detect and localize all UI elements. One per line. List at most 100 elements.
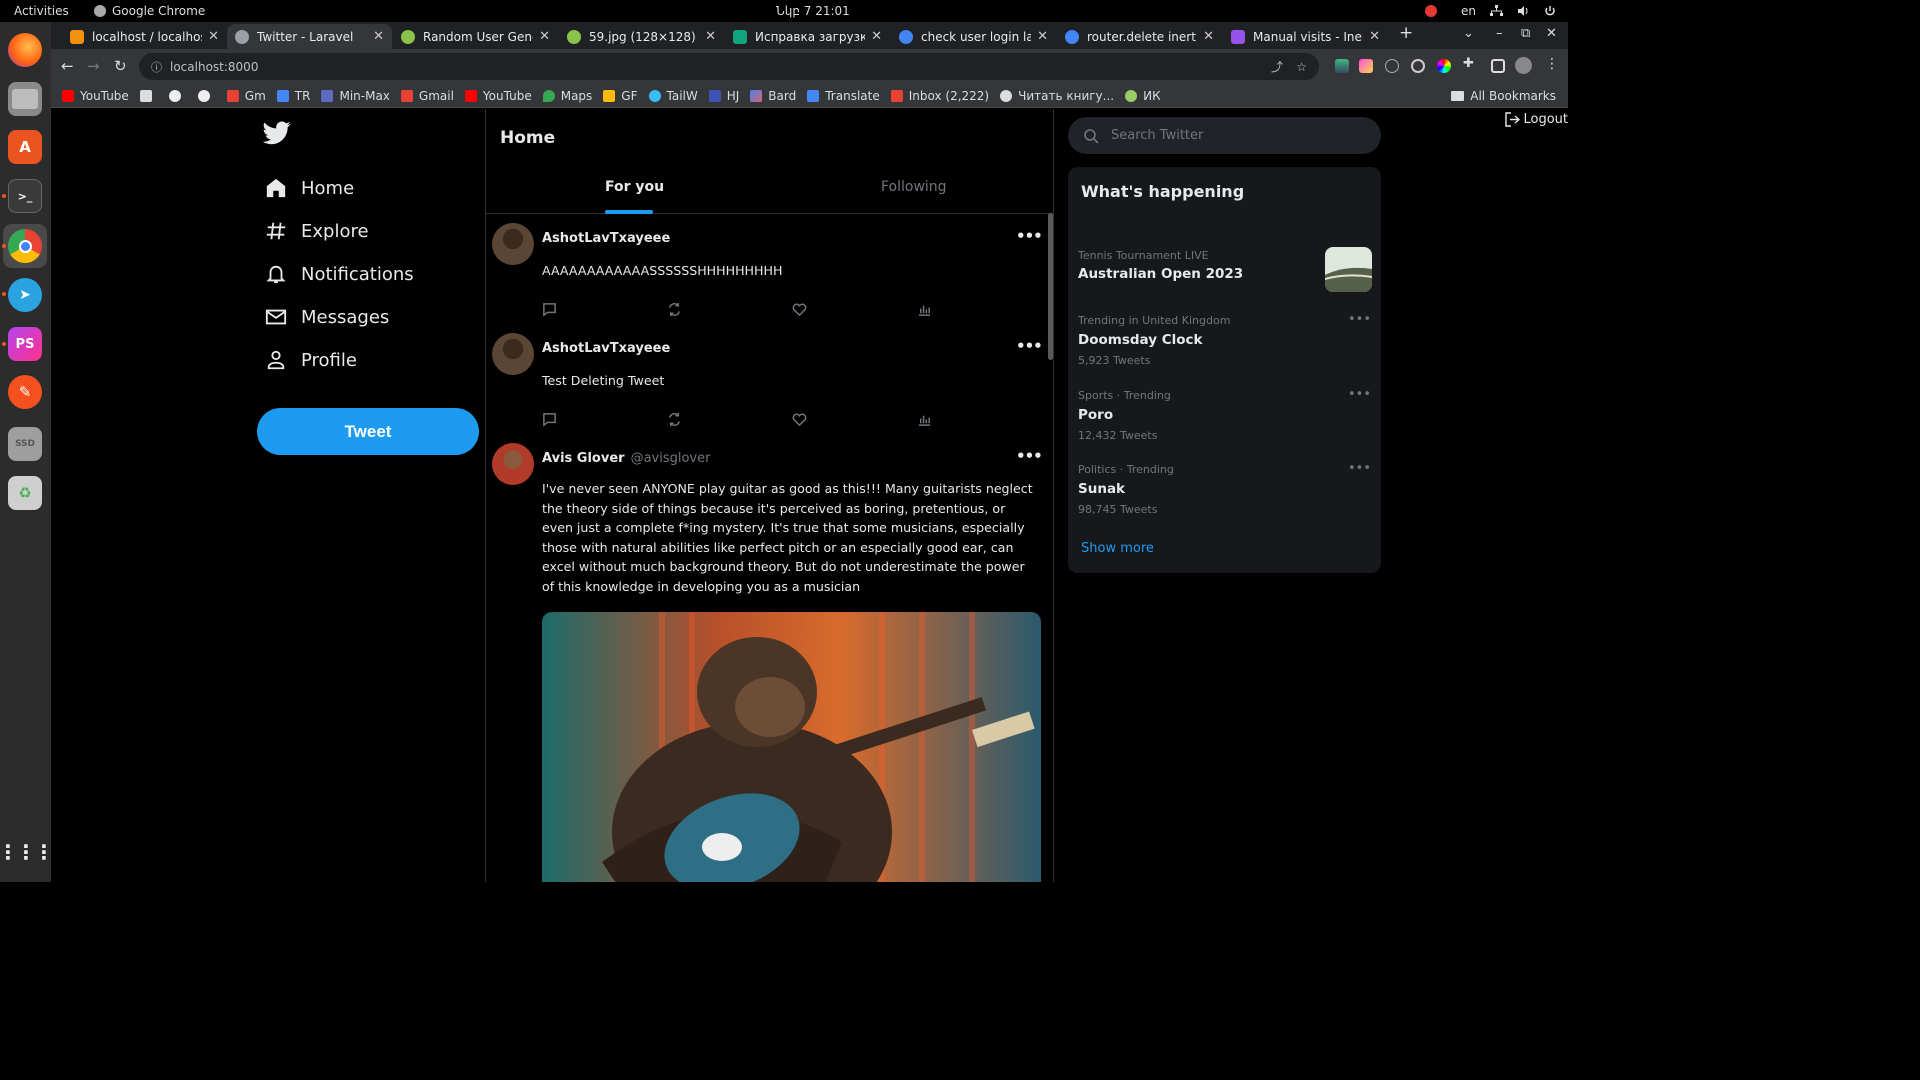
like-icon[interactable]	[792, 412, 808, 428]
close-tab-icon[interactable]: ✕	[705, 29, 716, 44]
nav-profile[interactable]: Profile	[265, 349, 357, 371]
browser-tab[interactable]: Исправка загрузки ✕	[725, 24, 890, 49]
close-tab-icon[interactable]: ✕	[1369, 29, 1380, 44]
chrome-menu-icon[interactable]: ⋮	[1545, 56, 1559, 72]
close-tab-icon[interactable]: ✕	[871, 29, 882, 44]
avatar[interactable]	[492, 333, 534, 375]
close-tab-icon[interactable]: ✕	[1037, 29, 1048, 44]
like-icon[interactable]	[792, 302, 808, 318]
close-window-icon[interactable]: ✕	[1546, 26, 1557, 41]
more-options-icon[interactable]: •••	[1348, 312, 1371, 327]
show-more-link[interactable]: Show more	[1081, 541, 1154, 556]
close-tab-icon[interactable]: ✕	[373, 29, 384, 44]
bookmark-star-icon[interactable]: ☆	[1296, 60, 1307, 74]
search-box[interactable]: Search Twitter	[1068, 117, 1381, 154]
tab-search-icon[interactable]: ⌄	[1463, 26, 1474, 41]
tweet-media-image[interactable]	[542, 612, 1041, 882]
close-tab-icon[interactable]: ✕	[1203, 29, 1214, 44]
bookmark-youtube[interactable]: YouTube	[62, 89, 129, 103]
more-options-icon[interactable]: •••	[1348, 387, 1371, 402]
app-menu[interactable]: Google Chrome	[94, 4, 205, 18]
language-indicator[interactable]: en	[1461, 4, 1476, 18]
more-options-icon[interactable]: •••	[1016, 447, 1043, 465]
minimize-icon[interactable]: –	[1496, 26, 1503, 41]
bookmark-tailw[interactable]: TailW	[648, 89, 698, 103]
trash-icon[interactable]: ♻	[8, 476, 42, 510]
tab-for-you[interactable]: For you	[605, 179, 664, 195]
tweet-button[interactable]: Tweet	[257, 408, 479, 455]
telegram-icon[interactable]: ➤	[8, 278, 42, 312]
browser-tab[interactable]: check user login laravel ✕	[891, 24, 1056, 49]
nav-explore[interactable]: Explore	[265, 220, 369, 242]
vue-devtools-icon[interactable]	[1335, 59, 1349, 73]
more-options-icon[interactable]: •••	[1016, 337, 1043, 355]
bookmark-tr[interactable]: TR	[276, 89, 310, 103]
activities-button[interactable]: Activities	[14, 4, 94, 18]
analytics-icon[interactable]	[917, 302, 933, 318]
trend-thumbnail[interactable]	[1325, 247, 1372, 292]
tweet-author-name[interactable]: AshotLavTxayeee	[542, 231, 670, 246]
new-tab-icon[interactable]: +	[1399, 23, 1413, 43]
browser-tab[interactable]: Manual visits - Inertia ✕	[1223, 24, 1388, 49]
all-bookmarks-button[interactable]: All Bookmarks	[1451, 89, 1556, 103]
timeline-scrollbar[interactable]	[1048, 213, 1053, 360]
bookmark-translate[interactable]: Translate	[807, 89, 880, 103]
tweet-author-name[interactable]: AshotLavTxayeee	[542, 341, 670, 356]
terminal-icon[interactable]: >_	[8, 179, 42, 213]
reply-icon[interactable]	[542, 302, 558, 318]
bookmark-ik[interactable]: ИК	[1125, 89, 1161, 103]
bookmark-read-book[interactable]: Читать книгу...	[1000, 89, 1114, 103]
ssd-drive-icon[interactable]: SSD	[8, 427, 42, 461]
side-panel-icon[interactable]	[1491, 59, 1505, 73]
bookmark-github[interactable]	[197, 89, 216, 102]
trend-item[interactable]: Sports · Trending Poro 12,432 Tweets •••	[1078, 387, 1371, 442]
extension-icon[interactable]	[1359, 59, 1373, 73]
site-info-icon[interactable]: ⓘ	[151, 59, 162, 75]
app-center-icon[interactable]: A	[8, 130, 42, 164]
nav-notifications[interactable]: Notifications	[265, 263, 414, 285]
bookmark-inbox[interactable]: Inbox (2,222)	[890, 89, 989, 103]
extension-icon[interactable]	[1411, 59, 1425, 73]
chrome-dock-icon[interactable]	[8, 229, 42, 263]
bookmark-min-max[interactable]: Min-Max	[321, 89, 390, 103]
avatar[interactable]	[492, 223, 534, 265]
reload-icon[interactable]: ↻	[114, 57, 127, 75]
system-tray[interactable]: en	[1425, 4, 1556, 18]
firefox-icon[interactable]	[8, 33, 42, 67]
browser-tab-active[interactable]: Twitter - Laravel ✕	[227, 24, 392, 49]
maximize-icon[interactable]: ⧉	[1521, 26, 1530, 41]
bookmark-gm[interactable]: Gm	[226, 89, 266, 103]
more-options-icon[interactable]: •••	[1348, 461, 1371, 476]
retweet-icon[interactable]	[667, 302, 683, 318]
browser-tab[interactable]: Random User Generator ✕	[393, 24, 558, 49]
forward-icon[interactable]: →	[87, 57, 100, 75]
browser-tab[interactable]: localhost / localhost ✕	[62, 24, 227, 49]
bookmark-hj[interactable]: HJ	[708, 89, 739, 103]
close-tab-icon[interactable]: ✕	[208, 29, 219, 44]
extensions-puzzle-icon[interactable]: ✚	[1463, 56, 1477, 71]
bookmark-github[interactable]	[168, 89, 187, 102]
react-devtools-icon[interactable]	[1385, 59, 1399, 73]
profile-avatar-icon[interactable]	[1515, 57, 1532, 74]
trend-item[interactable]: Trending in United Kingdom Doomsday Cloc…	[1078, 312, 1371, 367]
bookmark-gmail[interactable]: Gmail	[400, 89, 454, 103]
nav-messages[interactable]: Messages	[265, 306, 389, 328]
bookmark-youtube[interactable]: YouTube	[464, 89, 532, 103]
show-apps-icon[interactable]: ⋮⋮⋮	[0, 835, 54, 869]
clock[interactable]: Նկբ 7 21:01	[776, 4, 850, 18]
files-icon[interactable]	[8, 82, 42, 116]
tweet-author-name[interactable]: Avis Glover @avisglover	[542, 451, 710, 466]
browser-tab[interactable]: 59.jpg (128×128) ✕	[559, 24, 724, 49]
color-picker-icon[interactable]	[1437, 59, 1451, 73]
trend-item[interactable]: Politics · Trending Sunak 98,745 Tweets …	[1078, 461, 1371, 516]
reply-icon[interactable]	[542, 412, 558, 428]
more-options-icon[interactable]: •••	[1016, 227, 1043, 245]
twitter-bird-icon[interactable]	[263, 121, 291, 145]
bookmark-bard[interactable]: Bard	[750, 89, 796, 103]
bookmark-gf[interactable]: GF	[603, 89, 638, 103]
address-bar[interactable]: ⓘ localhost:8000 ⤴ ☆	[139, 53, 1319, 80]
bookmark-maps[interactable]: Maps	[542, 89, 592, 103]
logout-button[interactable]: Logout	[1504, 112, 1568, 127]
phpstorm-icon[interactable]: PS	[8, 327, 42, 361]
back-icon[interactable]: ←	[61, 57, 74, 75]
